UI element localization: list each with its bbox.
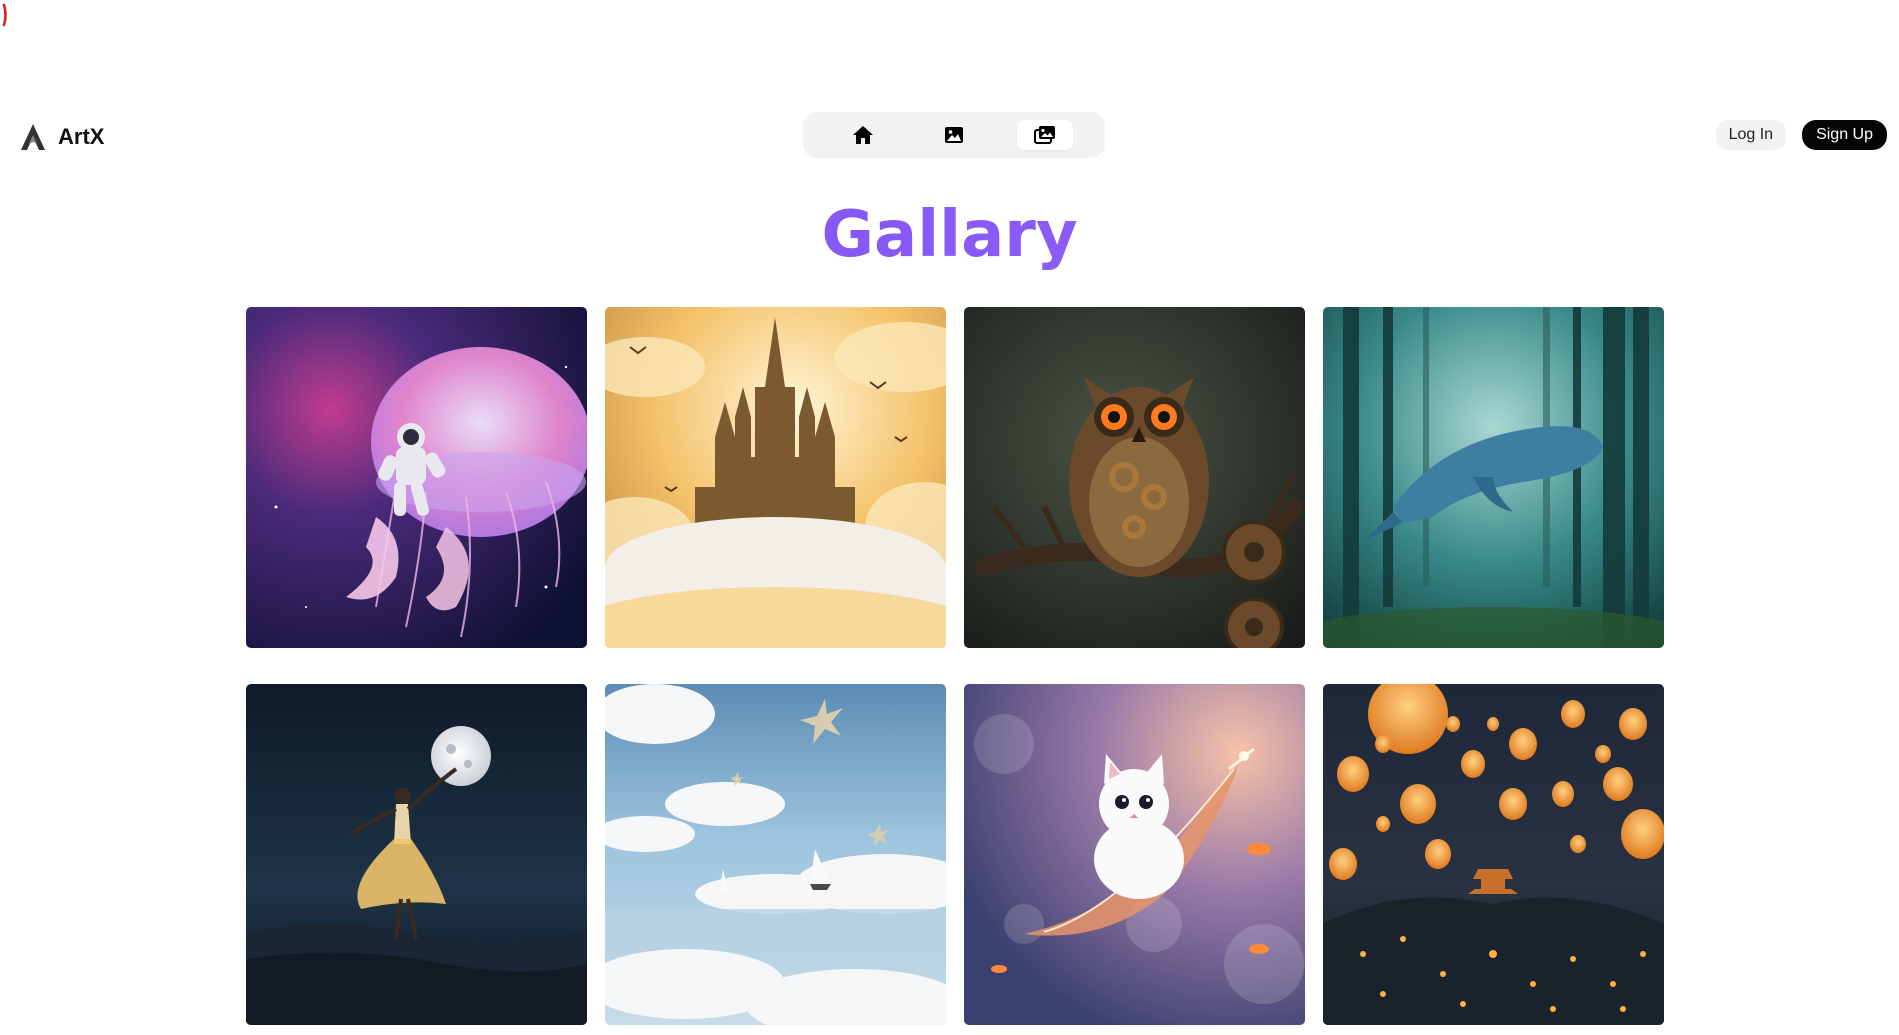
home-icon	[852, 126, 873, 144]
gallery-image-whale-in-forest[interactable]	[1323, 307, 1664, 648]
gallery-image-castle-in-clouds[interactable]	[605, 307, 946, 648]
gallery-image-steampunk-owl[interactable]	[964, 307, 1305, 648]
login-button[interactable]: Log In	[1715, 120, 1787, 150]
gallery-image-sky-sailboats[interactable]	[605, 684, 946, 1025]
brand[interactable]: ArtX	[18, 122, 104, 152]
image-icon	[944, 127, 963, 143]
gallery-grid	[246, 307, 1664, 1025]
gallery-image-jellyfish-astronaut[interactable]	[246, 307, 587, 648]
page-title: Gallary	[0, 195, 1899, 275]
nav-home-button[interactable]	[835, 120, 891, 150]
gallery-image-moon-dancer[interactable]	[246, 684, 587, 1025]
gallery-icon	[1034, 126, 1056, 144]
main-nav	[803, 112, 1105, 158]
nav-gallery-button[interactable]	[1017, 120, 1074, 150]
signup-button[interactable]: Sign Up	[1802, 120, 1887, 150]
corner-mark	[2, 3, 7, 27]
nav-image-button[interactable]	[926, 120, 982, 150]
gallery-image-sky-lanterns[interactable]	[1323, 684, 1664, 1025]
gallery-image-cat-on-feather[interactable]	[964, 684, 1305, 1025]
artx-logo-icon	[21, 124, 45, 150]
brand-name: ArtX	[58, 124, 105, 149]
top-header: ArtX Log In Sign Up	[0, 112, 1899, 160]
auth-buttons: Log In Sign Up	[1715, 120, 1887, 150]
